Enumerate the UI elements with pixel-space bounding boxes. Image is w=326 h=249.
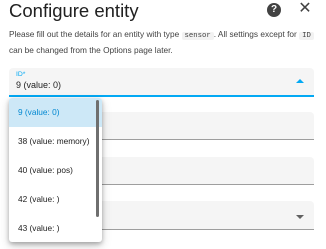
id-select-value: 9 (value: 0): [16, 80, 62, 90]
entity-type-code: sensor: [181, 32, 214, 40]
close-icon[interactable]: ✕: [297, 1, 313, 17]
id-options-menu: 9 (value: 0) 38 (value: memory) 40 (valu…: [9, 98, 102, 242]
menu-option[interactable]: 9 (value: 0): [9, 98, 102, 127]
description-text: can be changed from the Options page lat…: [9, 45, 173, 55]
dialog-title: Configure entity: [9, 0, 139, 21]
id-select-label: ID*: [16, 71, 26, 78]
help-icon[interactable]: ?: [267, 3, 281, 17]
description-text: Please fill out the details for an entit…: [9, 29, 182, 39]
menu-option[interactable]: 38 (value: memory): [9, 127, 102, 156]
menu-option[interactable]: 40 (value: pos): [9, 156, 102, 185]
caret-down-icon: [296, 215, 304, 219]
dialog-description: Please fill out the details for an entit…: [9, 27, 319, 57]
menu-scrollbar[interactable]: [96, 100, 99, 217]
menu-option[interactable]: 42 (value: ): [9, 185, 102, 214]
id-code: ID: [299, 32, 314, 40]
description-text: . All settings except for: [213, 29, 300, 39]
id-select[interactable]: ID* 9 (value: 0): [9, 68, 314, 97]
menu-option[interactable]: 43 (value: ): [9, 214, 102, 242]
configure-entity-dialog: Configure entity ? ✕ Please fill out the…: [0, 0, 326, 249]
caret-up-icon: [296, 79, 304, 83]
